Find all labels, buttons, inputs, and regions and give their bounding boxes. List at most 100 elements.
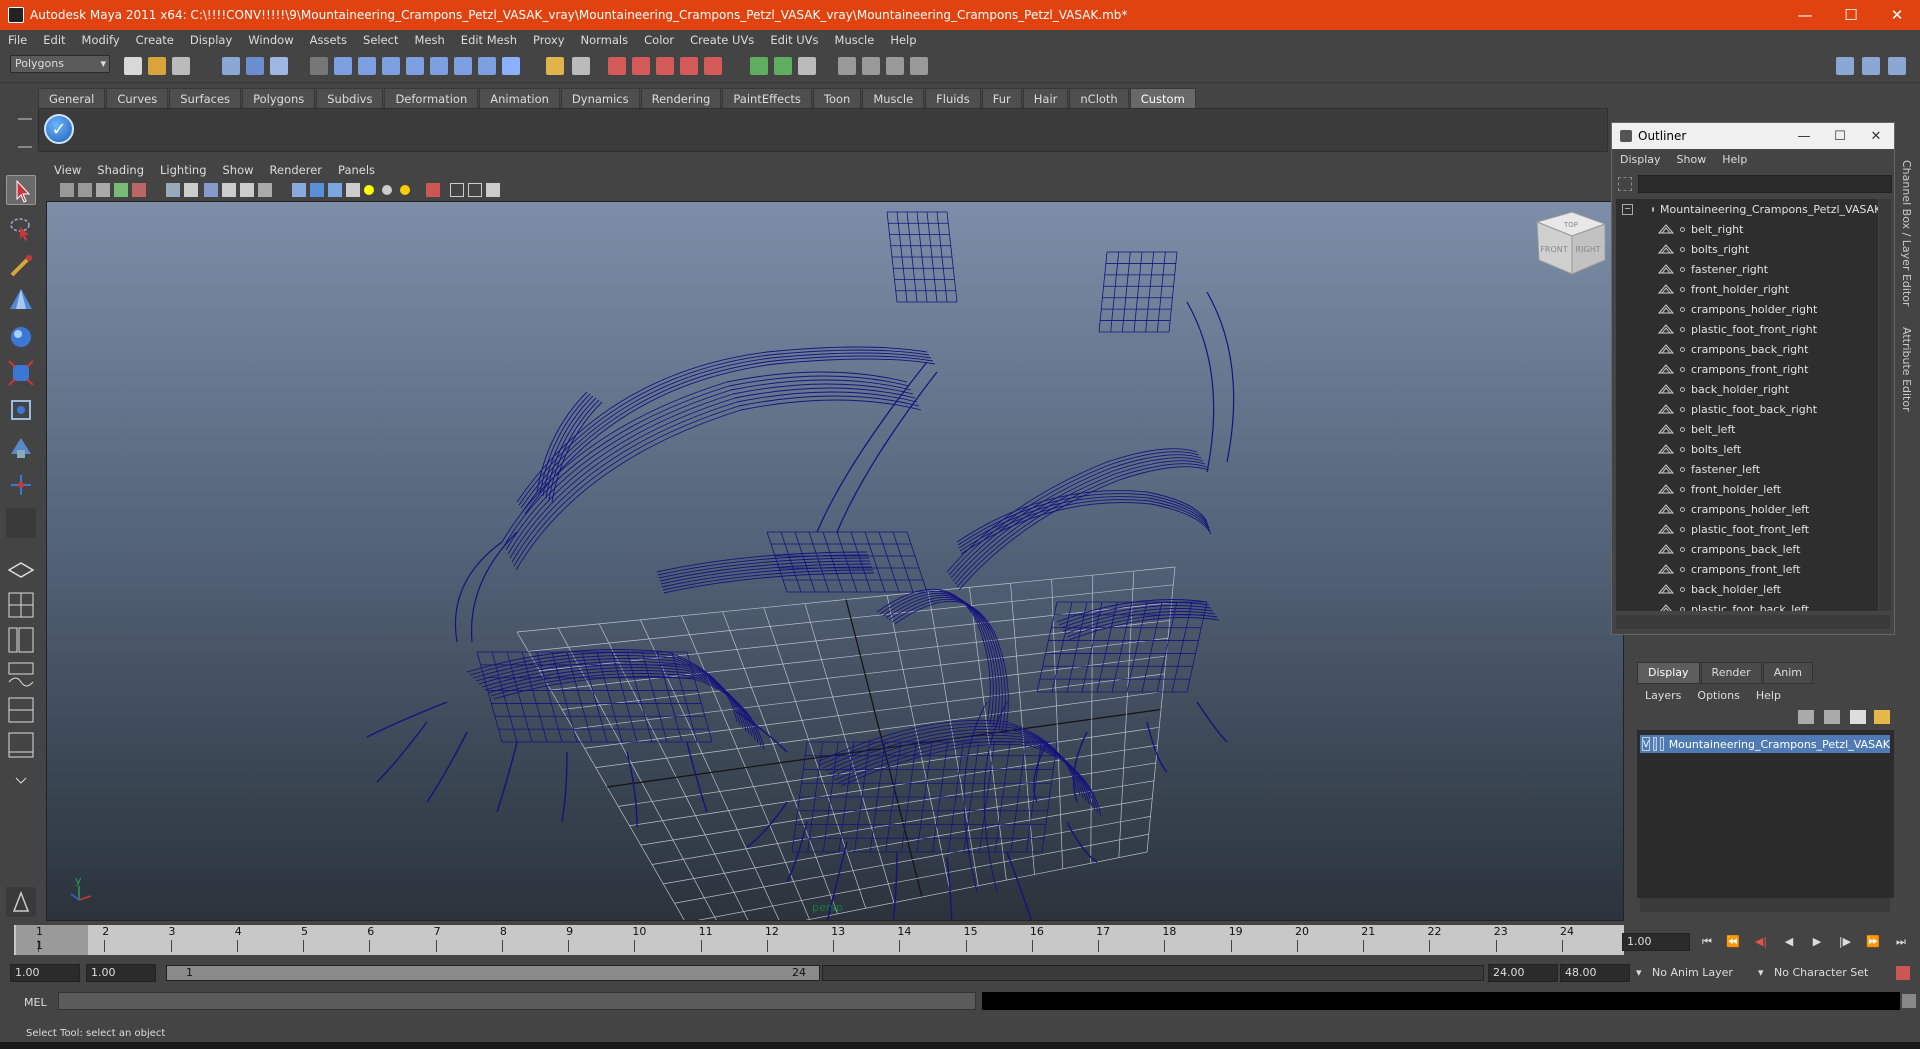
new-layer-selected-icon[interactable] (1850, 710, 1866, 724)
shelf-tab-custom[interactable]: Custom (1129, 88, 1196, 109)
camera-select-icon[interactable] (60, 183, 74, 197)
shelf-tab-fluids[interactable]: Fluids (925, 88, 981, 109)
universal-manipulator-icon[interactable] (6, 395, 36, 425)
viewport-menu-show[interactable]: Show (215, 163, 262, 177)
current-time-field[interactable]: 1.00 (1622, 933, 1690, 951)
viewport-menu-lighting[interactable]: Lighting (152, 163, 214, 177)
mel-command-input[interactable] (58, 992, 976, 1010)
mask-handles-icon[interactable] (310, 57, 328, 75)
shelf-tab-painteffects[interactable]: PaintEffects (722, 88, 812, 109)
menu-normals[interactable]: Normals (573, 33, 637, 47)
mask-dynamics-icon[interactable] (430, 57, 448, 75)
wire-on-shaded-icon[interactable] (328, 183, 342, 197)
shelf-tab-dynamics[interactable]: Dynamics (560, 88, 640, 109)
outliner-item[interactable]: crampons_back_left (1616, 539, 1878, 559)
menu-mesh[interactable]: Mesh (407, 33, 453, 47)
new-scene-icon[interactable] (124, 57, 142, 75)
wireframe-shading-icon[interactable] (292, 183, 306, 197)
playback-start-field[interactable]: 1.00 (86, 964, 156, 982)
two-d-pan-zoom-icon[interactable] (132, 183, 146, 197)
outliner-filter-input[interactable] (1638, 175, 1892, 193)
close-button[interactable]: ✕ (1874, 0, 1920, 30)
outliner-item[interactable]: plastic_foot_front_right (1616, 319, 1878, 339)
layout-expand-icon[interactable] (6, 765, 36, 795)
save-scene-icon[interactable] (172, 57, 190, 75)
shelf-tab-muscle[interactable]: Muscle (862, 88, 925, 109)
outliner-item[interactable]: crampons_holder_right (1616, 299, 1878, 319)
outliner-item[interactable]: back_holder_right (1616, 379, 1878, 399)
isolate-select-icon[interactable] (426, 183, 440, 197)
render-settings-icon[interactable] (910, 57, 928, 75)
open-scene-icon[interactable] (148, 57, 166, 75)
image-plane-icon[interactable] (114, 183, 128, 197)
animation-end-field[interactable]: 48.00 (1560, 964, 1630, 982)
outliner-item[interactable]: bolts_left (1616, 439, 1878, 459)
anim-layer-dropdown-arrow[interactable]: ▾ (1636, 964, 1646, 982)
make-live-icon[interactable] (704, 57, 722, 75)
show-manipulator-icon[interactable] (6, 470, 36, 500)
shelf-tab-curves[interactable]: Curves (106, 88, 169, 109)
go-to-start-button[interactable]: ⏮ (1700, 935, 1714, 949)
side-tab-attribute-editor[interactable]: Attribute Editor (1900, 327, 1913, 412)
outliner-item[interactable]: front_holder_right (1616, 279, 1878, 299)
outliner-item[interactable]: plastic_foot_back_left (1616, 599, 1878, 611)
mask-deformers-icon[interactable] (406, 57, 424, 75)
outliner-item[interactable]: belt_right (1616, 219, 1878, 239)
step-forward-frame-button[interactable]: |▶ (1838, 935, 1852, 949)
shelf-tab-general[interactable]: General (38, 88, 106, 109)
layer-type-toggle[interactable] (1653, 737, 1658, 751)
mode-select[interactable]: Polygons ▾ (10, 55, 110, 73)
xray-icon[interactable] (450, 183, 464, 197)
viewport-menu-view[interactable]: View (46, 163, 89, 177)
character-set-dropdown[interactable]: No Character Set (1774, 964, 1890, 982)
menu-assets[interactable]: Assets (302, 33, 355, 47)
outliner-item[interactable]: crampons_front_left (1616, 559, 1878, 579)
rotate-tool-icon[interactable] (6, 322, 36, 352)
mask-joints-icon[interactable] (334, 57, 352, 75)
outliner-item[interactable]: plastic_foot_back_right (1616, 399, 1878, 419)
menu-help[interactable]: Help (882, 33, 924, 47)
outliner-maximize-button[interactable]: ☐ (1822, 123, 1858, 149)
last-tool-icon[interactable] (6, 508, 36, 538)
lasso-tool-icon[interactable] (6, 213, 36, 243)
shelf-tab-rendering[interactable]: Rendering (640, 88, 722, 109)
resolution-gate-icon[interactable] (204, 183, 218, 197)
lock-selection-icon[interactable] (546, 57, 564, 75)
anim-layer-dropdown[interactable]: No Anim Layer (1652, 964, 1760, 982)
outliner-item[interactable]: fastener_left (1616, 459, 1878, 479)
menu-edit-uvs[interactable]: Edit UVs (762, 33, 826, 47)
hud-toggle-icon[interactable] (486, 183, 500, 197)
layout-four-icon[interactable] (6, 590, 36, 620)
script-editor-icon[interactable] (1902, 994, 1916, 1008)
outliner-minimize-button[interactable]: — (1786, 123, 1822, 149)
tool-settings-icon[interactable] (6, 887, 36, 917)
new-layer-icon[interactable] (1824, 710, 1840, 724)
outliner-close-button[interactable]: ✕ (1858, 123, 1894, 149)
outliner-filter-icon[interactable] (1618, 177, 1632, 191)
menu-display[interactable]: Display (182, 33, 240, 47)
viewport-menu-renderer[interactable]: Renderer (262, 163, 331, 177)
mel-label[interactable]: MEL (24, 996, 47, 1009)
layer-horizontal-scrollbar[interactable] (1640, 898, 1890, 912)
menu-color[interactable]: Color (636, 33, 682, 47)
outliner-menu-show[interactable]: Show (1669, 153, 1715, 166)
select-hierarchy-icon[interactable] (222, 57, 240, 75)
input-ops-icon[interactable] (750, 57, 768, 75)
range-slider[interactable] (166, 965, 820, 981)
layout-persp-graph-icon[interactable] (6, 660, 36, 690)
step-forward-key-button[interactable]: ⏩ (1866, 935, 1880, 949)
layout-trax-icon[interactable] (6, 730, 36, 760)
shelf-tab-toon[interactable]: Toon (812, 88, 862, 109)
grid-toggle-icon[interactable] (166, 183, 180, 197)
layer-menu-layers[interactable]: Layers (1637, 689, 1689, 702)
layout-hypershade-icon[interactable] (6, 695, 36, 725)
layer-tab-render[interactable]: Render (1700, 662, 1762, 684)
layer-options-icon[interactable] (1874, 710, 1890, 724)
outliner-item[interactable]: back_holder_left (1616, 579, 1878, 599)
layout-single-icon[interactable] (6, 555, 36, 585)
select-component-icon[interactable] (270, 57, 288, 75)
play-backwards-button[interactable]: ◀ (1782, 935, 1796, 949)
menu-modify[interactable]: Modify (74, 33, 128, 47)
current-frame-marker[interactable] (16, 925, 88, 955)
mask-rendering-icon[interactable] (454, 57, 472, 75)
